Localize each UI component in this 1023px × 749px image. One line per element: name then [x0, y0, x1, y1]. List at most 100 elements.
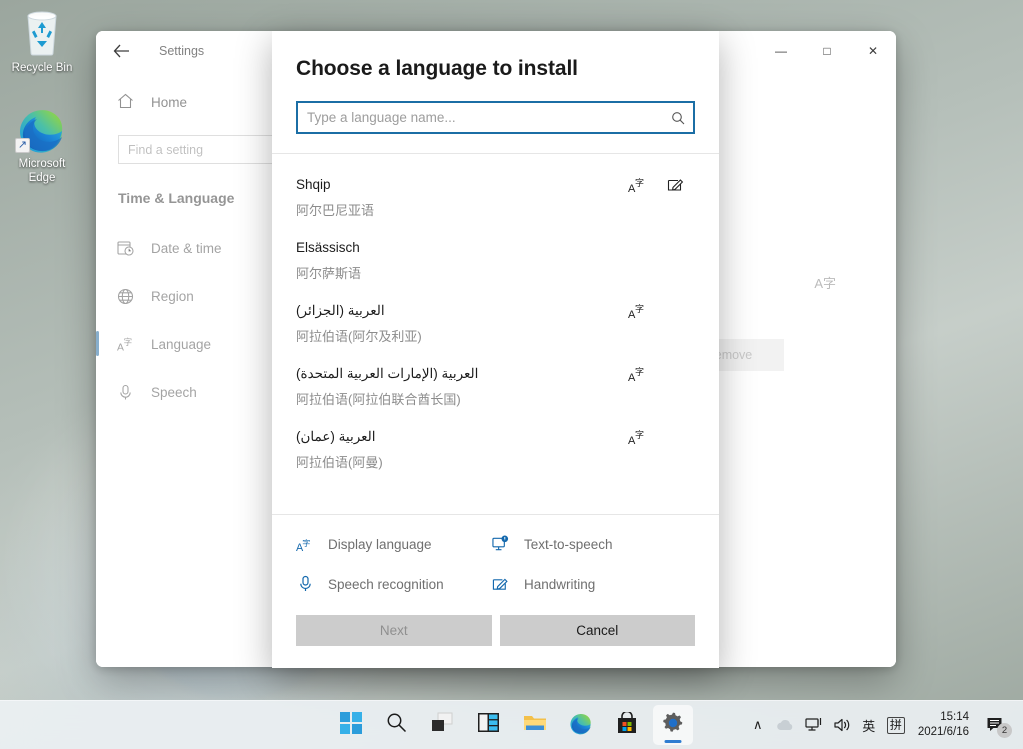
find-a-setting-input[interactable] [118, 135, 276, 164]
sidebar-item-label: Region [151, 289, 194, 304]
microsoft-store-button[interactable] [607, 705, 647, 745]
list-item[interactable]: العربية (عمان) 阿拉伯语(阿曼) A 字 [272, 420, 719, 483]
ime-mode-indicator[interactable]: 拼 [882, 707, 910, 743]
legend-label: Speech recognition [328, 577, 444, 592]
language-native-name: Elsässisch [296, 238, 695, 258]
search-icon[interactable] [663, 111, 693, 125]
sidebar-item-label: Date & time [151, 241, 222, 256]
text-to-speech-icon [492, 535, 510, 553]
minimize-button[interactable]: — [758, 31, 804, 71]
desktop-icon-label-line1: Microsoft [19, 158, 66, 170]
language-local-name: 阿尔萨斯语 [296, 264, 695, 284]
recycle-bin-icon [3, 8, 81, 58]
legend-item-text-to-speech: Text-to-speech [492, 529, 719, 559]
microphone-icon [117, 384, 134, 401]
next-button[interactable]: Next [296, 615, 492, 646]
svg-text:字: 字 [302, 537, 310, 547]
search-icon [386, 712, 407, 738]
clock[interactable]: 15:14 2021/6/16 [910, 705, 977, 745]
ime-language-indicator[interactable]: 英 [856, 707, 882, 743]
clock-date: 2021/6/16 [918, 725, 969, 740]
dialog-action-buttons: Next Cancel [272, 607, 719, 668]
svg-text:字: 字 [635, 303, 644, 315]
sidebar-home-label: Home [151, 95, 187, 110]
microsoft-edge-icon [569, 711, 593, 740]
legend-item-display-language: A 字 Display language [296, 529, 492, 559]
language-local-name: 阿拉伯语(阿曼) [296, 453, 695, 473]
volume-icon[interactable] [828, 707, 856, 743]
sidebar-item-date-time[interactable]: Date & time [96, 224, 292, 272]
sidebar-item-home[interactable]: Home [96, 83, 292, 121]
language-capabilities: A 字 [619, 303, 695, 323]
language-capabilities: A 字 [619, 177, 695, 197]
list-item[interactable]: العربية (الإمارات العربية المتحدة) 阿拉伯语(… [272, 357, 719, 420]
list-item[interactable]: Elsässisch 阿尔萨斯语 [272, 231, 719, 294]
language-capabilities: A 字 [619, 366, 695, 386]
list-item[interactable]: Shqip 阿尔巴尼亚语 A 字 [272, 168, 719, 231]
display-language-icon: A 字 [619, 177, 657, 197]
tray-chevron-button[interactable]: ∧ [745, 707, 771, 743]
svg-text:字: 字 [635, 429, 644, 441]
sidebar-item-label: Speech [151, 385, 197, 400]
desktop-icon-recycle-bin[interactable]: Recycle Bin [3, 8, 81, 75]
language-local-name: 阿拉伯语(阿拉伯联合酋长国) [296, 390, 695, 410]
notification-center-button[interactable]: 2 [977, 705, 1015, 745]
sidebar-section-heading: Time & Language [118, 190, 292, 206]
microphone-icon [296, 575, 314, 593]
microsoft-edge-icon: ↗ [3, 104, 81, 154]
ime-mode-label: 拼 [887, 717, 905, 734]
folder-icon [523, 712, 547, 738]
sidebar-item-region[interactable]: Region [96, 272, 292, 320]
sidebar-item-language[interactable]: A 字 Language [96, 320, 292, 368]
close-button[interactable]: ✕ [850, 31, 896, 71]
legend-item-speech-recognition: Speech recognition [296, 569, 492, 599]
language-list[interactable]: Shqip 阿尔巴尼亚语 A 字 Elsässisch [272, 154, 719, 514]
widgets-button[interactable] [469, 705, 509, 745]
task-view-button[interactable] [423, 705, 463, 745]
clock-time: 15:14 [940, 710, 969, 725]
display-language-icon: A 字 [619, 429, 657, 449]
settings-taskbar-button[interactable] [653, 705, 693, 745]
desktop-icon-microsoft-edge[interactable]: ↗ Microsoft Edge [3, 104, 81, 185]
capability-legend: A 字 Display language Text-to-speech [296, 515, 719, 607]
legend-label: Text-to-speech [524, 537, 613, 552]
display-language-icon: A 字 [296, 535, 314, 553]
cloud-icon[interactable] [771, 707, 800, 743]
network-icon[interactable] [800, 707, 828, 743]
file-explorer-button[interactable] [515, 705, 555, 745]
window-controls: — □ ✕ [758, 31, 896, 71]
store-bag-icon [616, 712, 638, 739]
back-arrow-icon [113, 44, 130, 58]
microsoft-edge-button[interactable] [561, 705, 601, 745]
search-button[interactable] [377, 705, 417, 745]
display-language-icon: A 字 [117, 336, 134, 353]
display-language-icon: A字 [814, 273, 836, 292]
handwriting-icon [492, 575, 510, 593]
widgets-icon [477, 712, 500, 738]
display-language-icon: A 字 [619, 366, 657, 386]
start-button[interactable] [331, 705, 371, 745]
windows-logo-icon [340, 712, 362, 739]
handwriting-icon [657, 177, 695, 197]
maximize-button[interactable]: □ [804, 31, 850, 71]
legend-label: Display language [328, 537, 432, 552]
settings-sidebar: Home Time & Language Date & time [96, 71, 292, 667]
home-icon [117, 93, 134, 112]
language-local-name: 阿尔巴尼亚语 [296, 201, 695, 221]
list-item[interactable]: العربية (الجزائر) 阿拉伯语(阿尔及利亚) A 字 [272, 294, 719, 357]
cancel-button[interactable]: Cancel [500, 615, 696, 646]
task-view-icon [431, 712, 454, 738]
language-search-box[interactable] [296, 101, 695, 134]
dialog-title: Choose a language to install [296, 57, 719, 81]
language-capabilities: A 字 [619, 429, 695, 449]
sidebar-item-speech[interactable]: Speech [96, 368, 292, 416]
legend-item-handwriting: Handwriting [492, 569, 719, 599]
shortcut-arrow-icon: ↗ [15, 138, 30, 153]
svg-text:字: 字 [124, 336, 133, 347]
sidebar-nav-list: Date & time Region A [96, 224, 292, 416]
system-tray: ∧ 英 拼 15:14 2021/6/16 [745, 701, 1015, 749]
language-local-name: 阿拉伯语(阿尔及利亚) [296, 327, 695, 347]
language-search-input[interactable] [298, 103, 663, 132]
legend-label: Handwriting [524, 577, 595, 592]
back-button[interactable] [102, 35, 140, 67]
